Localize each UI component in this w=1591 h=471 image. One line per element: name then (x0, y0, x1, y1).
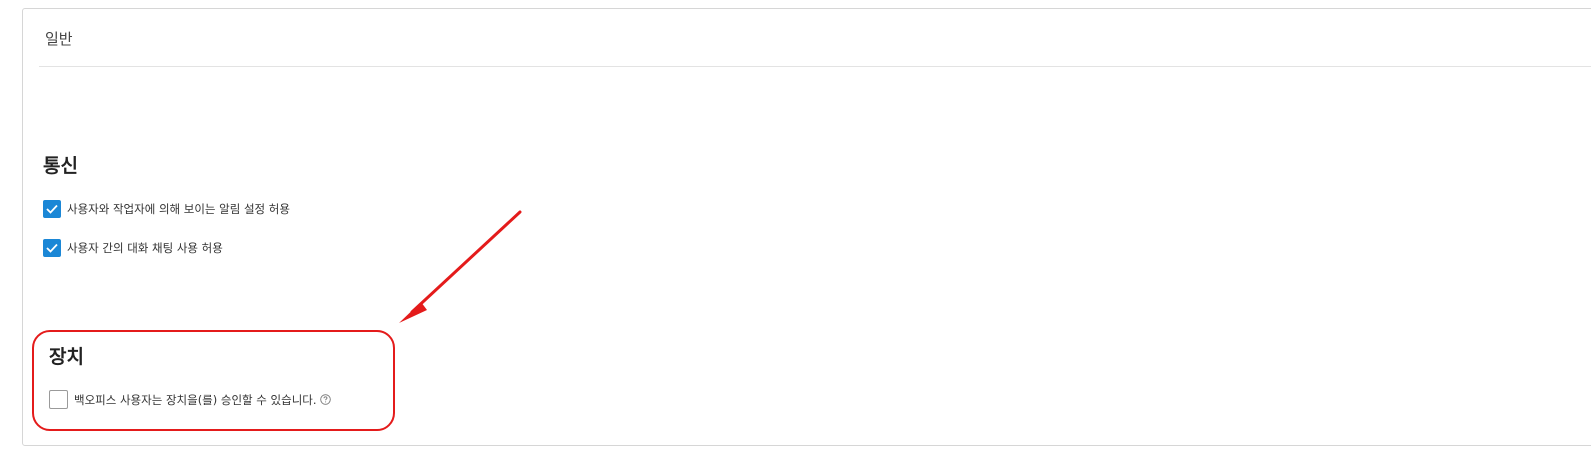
panel-title: 일반 (45, 30, 73, 48)
chat-checkbox[interactable] (43, 239, 61, 257)
chat-label: 사용자 간의 대화 채팅 사용 허용 (67, 241, 223, 255)
option-notification-settings[interactable]: 사용자와 작업자에 의해 보이는 알림 설정 허용 (43, 200, 290, 218)
option-chat[interactable]: 사용자 간의 대화 채팅 사용 허용 (43, 239, 223, 257)
highlight-box (32, 330, 395, 431)
check-icon (46, 243, 58, 253)
notification-settings-checkbox[interactable] (43, 200, 61, 218)
divider (39, 66, 1591, 67)
check-icon (46, 204, 58, 214)
communication-heading: 통신 (43, 155, 78, 177)
notification-settings-label: 사용자와 작업자에 의해 보이는 알림 설정 허용 (67, 202, 290, 216)
